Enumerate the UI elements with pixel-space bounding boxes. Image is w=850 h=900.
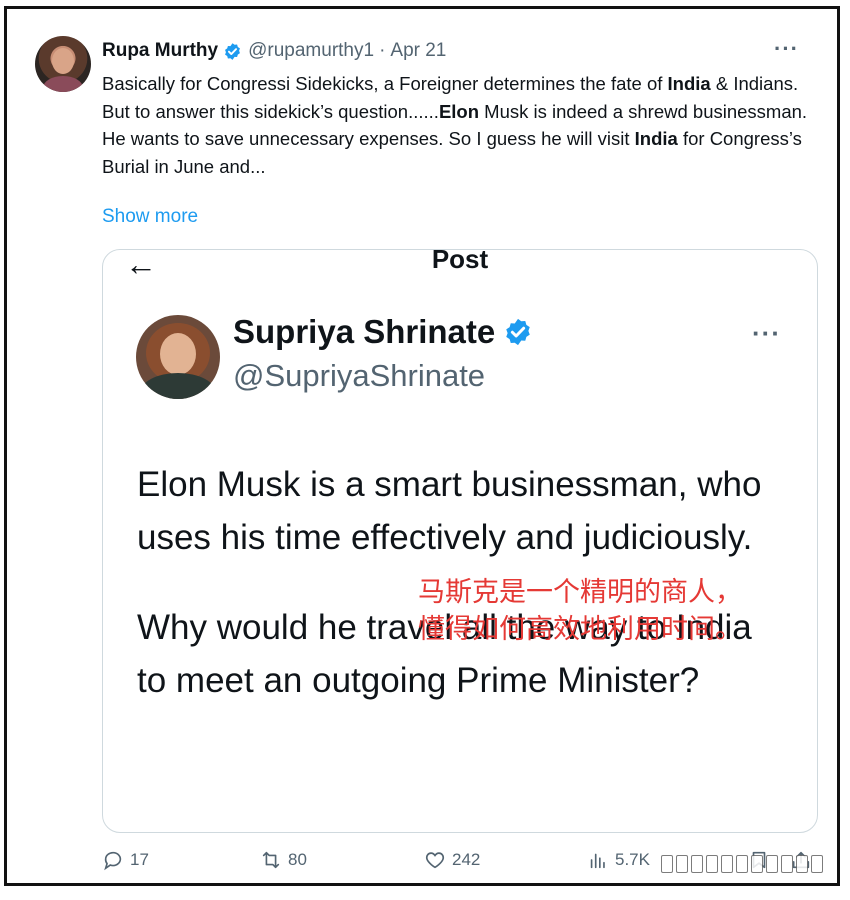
show-more-link[interactable]: Show more: [102, 206, 198, 228]
quoted-post-screenshot[interactable]: ← Post Supriya Shrinate @SupriyaShrinate…: [102, 249, 818, 833]
quoted-author-name-row: Supriya Shrinate: [233, 313, 533, 351]
verified-badge-icon: [506, 318, 530, 346]
like-button[interactable]: 242: [424, 849, 480, 871]
chinese-translation-annotation: 马斯克是一个精明的商人， 懂得如何高效地利用时间。: [418, 574, 817, 648]
tweet-paragraph-2: But to answer this sidekick’s question..…: [102, 100, 808, 177]
repost-count: 80: [288, 850, 307, 869]
author-handle[interactable]: @rupamurthy1: [248, 40, 374, 62]
watermark-bars: [661, 855, 823, 873]
repost-button[interactable]: 80: [260, 849, 307, 871]
more-options-icon[interactable]: ···: [752, 318, 781, 349]
quoted-author-handle[interactable]: @SupriyaShrinate: [233, 358, 485, 394]
translation-line-1: 马斯克是一个精明的商人，: [418, 577, 742, 608]
verified-badge-icon: [225, 42, 241, 60]
more-options-icon[interactable]: ···: [774, 36, 799, 62]
tweet-header: Rupa Murthy @rupamurthy1 · Apr 21: [102, 40, 446, 62]
view-count: 5.7K: [615, 850, 650, 869]
quoted-author-name[interactable]: Supriya Shrinate: [233, 313, 495, 351]
heart-icon: [425, 852, 445, 869]
screenshot-frame: Rupa Murthy @rupamurthy1 · Apr 21 ··· Ba…: [4, 6, 840, 886]
post-page-title: Post: [431, 249, 489, 274]
separator: ·: [379, 40, 386, 61]
reply-icon: [104, 851, 122, 871]
repost-icon: [262, 851, 280, 869]
analytics-icon: [590, 853, 605, 869]
quoted-author-avatar[interactable]: [136, 315, 220, 399]
post-date[interactable]: Apr 21: [390, 40, 446, 62]
tweet-paragraph-1: Basically for Congressi Sidekicks, a For…: [102, 73, 799, 94]
quoted-paragraph-1: Elon Musk is a smart businessman, who us…: [137, 465, 762, 557]
like-count: 242: [452, 850, 481, 869]
reply-count: 17: [130, 850, 149, 869]
author-name[interactable]: Rupa Murthy: [102, 40, 218, 62]
reply-button[interactable]: 17: [102, 849, 149, 871]
views-button[interactable]: 5.7K: [587, 849, 650, 871]
tweet-body: Basically for Congressi Sidekicks, a For…: [102, 70, 827, 180]
author-avatar[interactable]: [35, 36, 91, 92]
translation-line-2: 懂得如何高效地利用时间。: [418, 614, 742, 645]
